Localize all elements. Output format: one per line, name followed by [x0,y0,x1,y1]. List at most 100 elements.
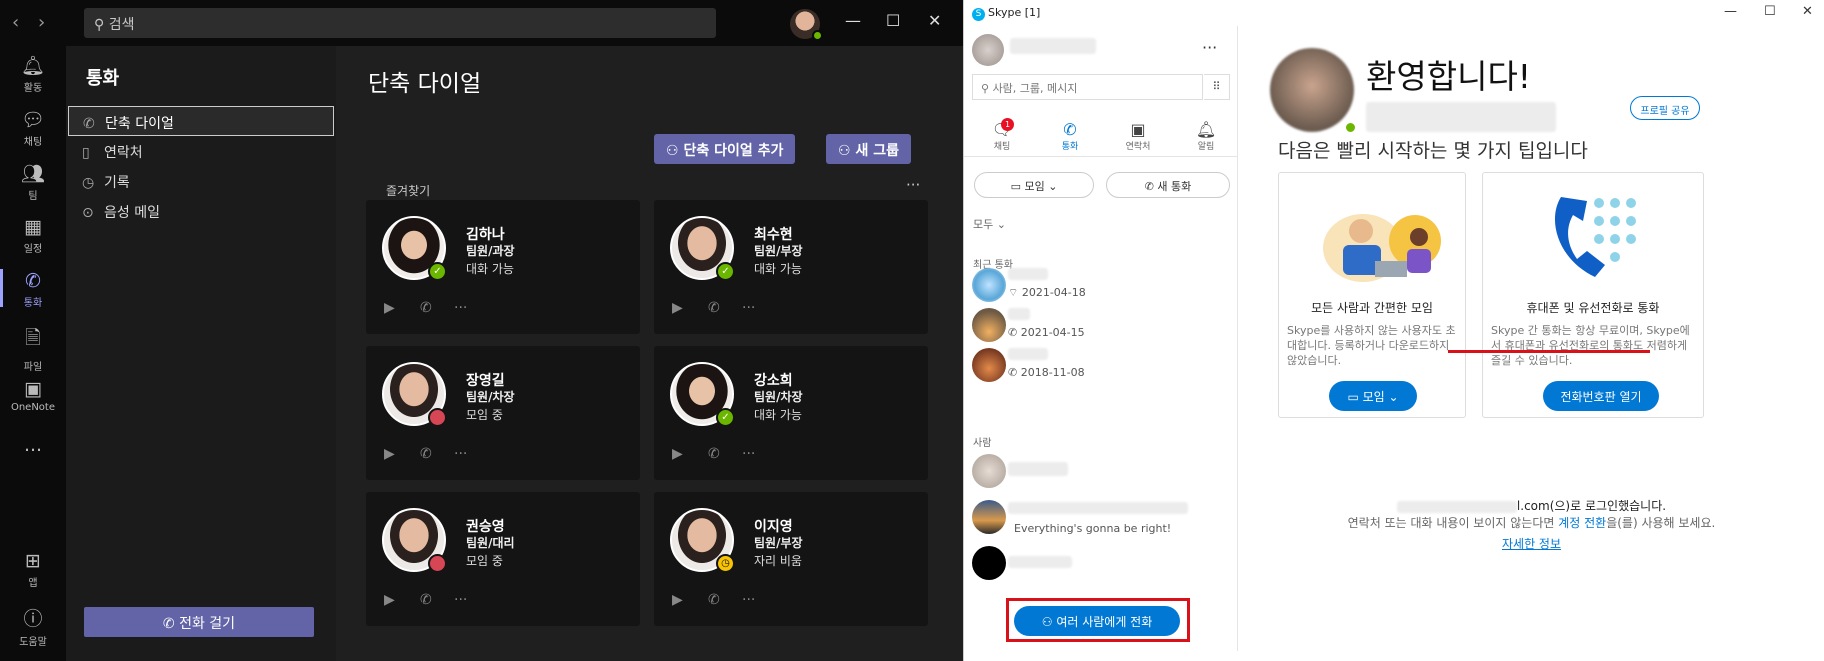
new-group-button[interactable]: ⚇ 새 그룹 [826,134,911,164]
meeting-button[interactable]: ▭ 모임 ⌄ [974,172,1094,198]
make-call-label: 전화 걸기 [179,616,236,632]
search-input[interactable]: ⚲ 사람, 그룹, 메시지 [972,74,1203,100]
recent-call-item[interactable]: ⌔ 2021-04-18 [1008,286,1086,300]
maximize-icon[interactable]: ☐ [1764,4,1776,19]
rail-more[interactable]: ... [0,434,66,458]
contact-card[interactable]: 권승영 팀원/대리 모임 중 ▶ ✆ ··· [366,492,640,626]
sidebar-item-voicemail[interactable]: ⊙ 음성 메일 [68,196,334,226]
sidebar-item-label: 기록 [104,175,130,191]
minimize-icon[interactable]: — [1724,4,1737,19]
rail-apps[interactable]: ⊞ 앱 [0,550,66,589]
filter-dropdown[interactable]: 모두 ⌄ [973,216,1006,232]
phone-icon[interactable]: ✆ [420,446,432,462]
maximize-icon[interactable]: ☐ [886,11,900,30]
skype-title-bar: S Skype [1] — ☐ ✕ [964,0,1824,26]
blurred-contact-name [1008,462,1068,476]
phone-icon[interactable]: ✆ [420,592,432,608]
new-group-label: 새 그룹 [855,143,899,159]
phone-icon: ✆ [1008,326,1021,339]
phone-icon[interactable]: ✆ [708,300,720,316]
rail-teams[interactable]: 👥︎ 팀 [0,162,66,202]
avatar[interactable] [972,308,1006,342]
close-icon[interactable]: ✕ [1802,4,1813,19]
contact-status: 모임 중 [466,554,503,568]
more-icon[interactable]: ··· [742,592,755,608]
sidebar-item-contacts[interactable]: ▯ 연락처 [68,136,334,166]
more-options-icon[interactable]: ··· [1202,38,1217,57]
skype-window: S Skype [1] — ☐ ✕ ··· ⚲ 사람, 그룹, 메시지 ⠿ 🗨︎ 채… [963,0,1824,661]
avatar[interactable] [972,546,1006,580]
contact-name: 장영길 [466,373,505,389]
forward-arrow-icon[interactable]: › [38,12,45,33]
call-multiple-people-button[interactable]: ⚇ 여러 사람에게 전화 [1014,606,1180,636]
presence-available-icon: ✓ [716,408,735,427]
more-icon[interactable]: ··· [742,446,755,462]
rail-calls[interactable]: ✆ 통화 [0,270,66,309]
rail-help[interactable]: ⓘ 도움말 [0,604,66,648]
phone-icon[interactable]: ✆ [708,592,720,608]
help-icon: ⓘ [23,608,43,630]
phone-icon: ✆ [25,270,41,292]
contact-name: 이지영 [754,519,793,535]
contact-card[interactable]: ✓ 최수현 팀원/부장 대화 가능 ▶ ✆ ··· [654,200,928,334]
more-options-icon[interactable]: ··· [906,176,920,194]
make-call-button[interactable]: ✆ 전화 걸기 [84,607,314,637]
close-icon[interactable]: ✕ [928,11,941,30]
avatar[interactable] [972,348,1006,382]
tab-calls[interactable]: ✆ 통화 [1040,120,1100,152]
tab-notifications[interactable]: 🔔︎ 알림 [1176,120,1236,152]
contact-card[interactable]: ✓ 김하나 팀원/과장 대화 가능 ▶ ✆ ··· [366,200,640,334]
presence-available-icon [1344,121,1357,134]
minimize-icon[interactable]: — [845,11,861,30]
avatar[interactable] [972,34,1004,66]
avatar[interactable] [972,500,1006,534]
meeting-button[interactable]: ▭ 모임 ⌄ [1329,381,1417,411]
back-arrow-icon[interactable]: ‹ [12,12,19,33]
phone-icon[interactable]: ✆ [420,300,432,316]
rail-onenote[interactable]: ▣ OneNote [0,378,66,413]
video-call-icon[interactable]: ▶ [672,446,683,462]
open-dialpad-button[interactable]: 전화번호판 열기 [1543,381,1659,411]
add-speed-dial-button[interactable]: ⚇ 단축 다이얼 추가 [654,134,796,164]
search-input[interactable]: ⚲ 검색 [84,8,716,38]
dialpad-icon[interactable]: ⠿ [1204,74,1230,100]
rail-activity[interactable]: 🔔︎ 활동 [0,54,66,94]
chevron-down-icon: ⌄ [993,218,1006,231]
video-call-icon[interactable]: ▶ [384,592,395,608]
sidebar-item-speed-dial[interactable]: ✆ 단축 다이얼 [68,106,334,136]
tab-contacts[interactable]: ▣ 연락처 [1108,120,1168,152]
video-icon: ▭ [1010,180,1025,193]
chevron-down-icon: ⌄ [1384,390,1399,404]
rail-label: OneNote [10,402,56,413]
recent-call-item[interactable]: ✆ 2021-04-15 [1008,326,1085,339]
video-call-icon[interactable]: ▶ [384,300,395,316]
more-icon[interactable]: ··· [454,592,467,608]
contact-role: 팀원/과장 [466,244,515,258]
rail-chat[interactable]: 💬︎ 채팅 [0,108,66,148]
recent-call-item[interactable]: ✆ 2018-11-08 [1008,366,1085,379]
share-profile-button[interactable]: 프로필 공유 [1630,96,1700,120]
contact-card[interactable]: ✓ 강소희 팀원/차장 대화 가능 ▶ ✆ ··· [654,346,928,480]
avatar[interactable] [972,454,1006,488]
phone-icon[interactable]: ✆ [708,446,720,462]
rail-files[interactable]: 🗎 파일 [0,324,66,373]
avatar[interactable] [972,268,1006,302]
more-icon[interactable]: ··· [742,300,755,316]
video-call-icon[interactable]: ▶ [672,592,683,608]
sidebar-item-history[interactable]: ◷ 기록 [68,166,334,196]
rail-label: 파일 [23,362,43,373]
more-icon[interactable]: ··· [454,446,467,462]
contact-card[interactable]: ◷ 이지영 팀원/부장 자리 비움 ▶ ✆ ··· [654,492,928,626]
avatar[interactable] [1270,48,1354,132]
presence-available-icon [812,30,823,41]
new-call-button[interactable]: ✆ 새 통화 [1106,172,1230,198]
video-call-icon[interactable]: ▶ [384,446,395,462]
switch-account-link[interactable]: 계정 전환 [1558,516,1606,530]
tip-card-meeting: 모든 사람과 간편한 모임 Skype를 사용하지 않는 사용자도 초대합니다.… [1278,172,1466,418]
learn-more-link[interactable]: 자세한 정보 [1238,535,1824,552]
more-icon[interactable]: ··· [454,300,467,316]
rail-calendar[interactable]: ▦ 일정 [0,216,66,255]
video-call-icon[interactable]: ▶ [672,300,683,316]
search-placeholder: 검색 [108,17,135,33]
contact-card[interactable]: 장영길 팀원/차장 모임 중 ▶ ✆ ··· [366,346,640,480]
